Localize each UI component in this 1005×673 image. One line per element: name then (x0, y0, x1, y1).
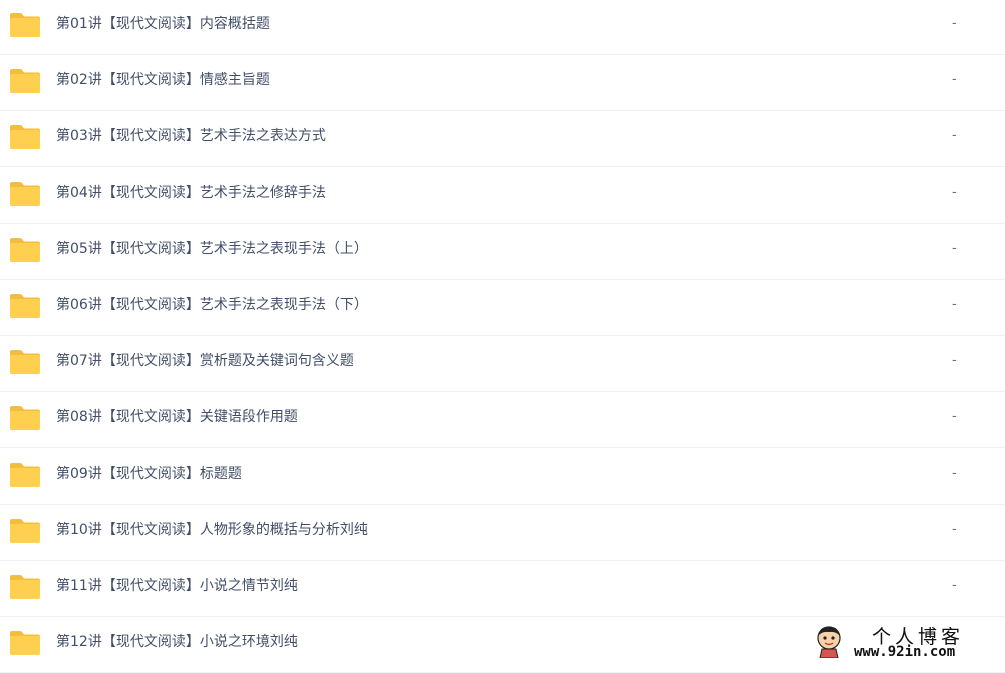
folder-row[interactable]: 第04讲【现代文阅读】艺术手法之修辞手法 - (0, 168, 1005, 224)
watermark-url: www.92in.com (854, 644, 956, 660)
folder-icon (9, 462, 41, 488)
folder-size: - (952, 72, 957, 88)
folder-size: - (952, 409, 957, 425)
folder-icon (9, 574, 41, 600)
folder-name[interactable]: 第03讲【现代文阅读】艺术手法之表达方式 (56, 111, 326, 161)
folder-row[interactable]: 第08讲【现代文阅读】关键语段作用题 - (0, 392, 1005, 449)
folder-name[interactable]: 第12讲【现代文阅读】小说之环境刘纯 (56, 617, 298, 667)
folder-row[interactable]: 第02讲【现代文阅读】情感主旨题 - (0, 55, 1005, 112)
cartoon-avatar-icon (814, 624, 844, 659)
folder-row[interactable]: 第05讲【现代文阅读】艺术手法之表现手法（上） - (0, 224, 1005, 280)
folder-row[interactable]: 第06讲【现代文阅读】艺术手法之表现手法（下） - (0, 280, 1005, 336)
folder-name[interactable]: 第05讲【现代文阅读】艺术手法之表现手法（上） (56, 224, 368, 274)
folder-name[interactable]: 第10讲【现代文阅读】人物形象的概括与分析刘纯 (56, 505, 368, 555)
folder-size: - (952, 353, 957, 369)
folder-size: - (952, 297, 957, 312)
folder-icon (9, 405, 41, 431)
folder-icon (9, 68, 41, 94)
folder-icon (9, 630, 41, 656)
folder-size: - (952, 128, 957, 144)
folder-name[interactable]: 第08讲【现代文阅读】关键语段作用题 (56, 392, 298, 442)
folder-icon (9, 124, 41, 150)
folder-size: - (952, 521, 957, 537)
folder-name[interactable]: 第06讲【现代文阅读】艺术手法之表现手法（下） (56, 280, 368, 330)
folder-row[interactable]: 第01讲【现代文阅读】内容概括题 - (0, 0, 1005, 55)
file-list: 第01讲【现代文阅读】内容概括题 - 第02讲【现代文阅读】情感主旨题 - 第03讲【现… (0, 0, 1005, 673)
folder-icon (9, 293, 41, 319)
folder-row[interactable]: 第09讲【现代文阅读】标题题 - (0, 449, 1005, 505)
folder-size: - (952, 578, 957, 593)
folder-icon (9, 237, 41, 263)
folder-size: - (952, 184, 957, 200)
folder-row[interactable]: 第11讲【现代文阅读】小说之情节刘纯 - (0, 561, 1005, 617)
site-watermark: 个人博客 www.92in.com (810, 620, 1002, 664)
folder-row[interactable]: 第03讲【现代文阅读】艺术手法之表达方式 - (0, 111, 1005, 168)
folder-icon (9, 349, 41, 375)
folder-size: - (952, 240, 957, 256)
folder-name[interactable]: 第01讲【现代文阅读】内容概括题 (56, 0, 270, 49)
folder-icon (9, 181, 41, 207)
folder-size: - (952, 465, 957, 481)
folder-name[interactable]: 第07讲【现代文阅读】赏析题及关键词句含义题 (56, 336, 354, 386)
folder-row[interactable]: 第07讲【现代文阅读】赏析题及关键词句含义题 - (0, 336, 1005, 393)
folder-name[interactable]: 第04讲【现代文阅读】艺术手法之修辞手法 (56, 168, 326, 218)
folder-name[interactable]: 第11讲【现代文阅读】小说之情节刘纯 (56, 561, 298, 611)
folder-name[interactable]: 第09讲【现代文阅读】标题题 (56, 449, 242, 499)
folder-name[interactable]: 第02讲【现代文阅读】情感主旨题 (56, 55, 270, 105)
folder-row[interactable]: 第10讲【现代文阅读】人物形象的概括与分析刘纯 - (0, 505, 1005, 561)
folder-size: - (952, 16, 957, 31)
folder-icon (9, 12, 41, 38)
folder-icon (9, 518, 41, 544)
